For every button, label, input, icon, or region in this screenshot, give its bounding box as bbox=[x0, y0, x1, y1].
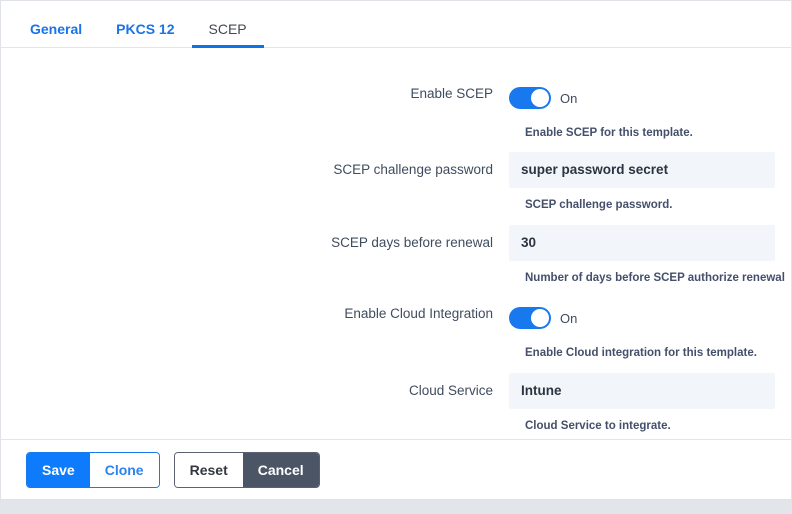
scep-days-before-renewal-input[interactable] bbox=[509, 225, 775, 261]
cloud-service-input[interactable] bbox=[509, 373, 775, 409]
enable-cloud-integration-control: On bbox=[509, 307, 791, 329]
tab-pkcs-12-label: PKCS 12 bbox=[116, 21, 174, 37]
tab-general[interactable]: General bbox=[13, 22, 99, 47]
scep-days-before-renewal-label: SCEP days before renewal bbox=[1, 225, 509, 250]
cloud-service-control bbox=[509, 373, 791, 409]
field-enable-scep: Enable SCEP On Enable SCEP for this temp… bbox=[1, 87, 791, 140]
tab-bar: General PKCS 12 SCEP bbox=[1, 1, 791, 48]
enable-cloud-integration-help: Enable Cloud integration for this templa… bbox=[525, 348, 791, 360]
scep-challenge-password-help: SCEP challenge password. bbox=[525, 200, 791, 212]
enable-scep-state: On bbox=[560, 92, 577, 105]
enable-cloud-integration-toggle[interactable] bbox=[509, 307, 551, 329]
save-button[interactable]: Save bbox=[27, 453, 90, 487]
secondary-button-group: Reset Cancel bbox=[174, 452, 320, 488]
field-cloud-service: Cloud Service Cloud Service to integrate… bbox=[1, 373, 791, 433]
settings-card: General PKCS 12 SCEP Enable SCEP On bbox=[0, 0, 792, 500]
enable-scep-toggle[interactable] bbox=[509, 87, 551, 109]
scep-days-before-renewal-help: Number of days before SCEP authorize ren… bbox=[525, 273, 791, 285]
field-scep-days-before-renewal: SCEP days before renewal Number of days … bbox=[1, 225, 791, 285]
enable-scep-help: Enable SCEP for this template. bbox=[525, 128, 791, 140]
scep-challenge-password-control bbox=[509, 152, 791, 188]
enable-scep-control: On bbox=[509, 87, 791, 109]
field-enable-cloud-integration: Enable Cloud Integration On Enable Cloud… bbox=[1, 307, 791, 360]
cloud-service-label: Cloud Service bbox=[1, 373, 509, 398]
enable-cloud-integration-state: On bbox=[560, 312, 577, 325]
toggle-knob-icon bbox=[531, 89, 549, 107]
scep-challenge-password-input[interactable] bbox=[509, 152, 775, 188]
reset-button[interactable]: Reset bbox=[175, 453, 243, 487]
enable-scep-label: Enable SCEP bbox=[1, 87, 509, 101]
cancel-button[interactable]: Cancel bbox=[243, 453, 319, 487]
tab-scep-label: SCEP bbox=[209, 21, 247, 37]
tab-scep[interactable]: SCEP bbox=[192, 22, 264, 47]
field-scep-challenge-password: SCEP challenge password SCEP challenge p… bbox=[1, 152, 791, 212]
form-body: Enable SCEP On Enable SCEP for this temp… bbox=[1, 48, 791, 439]
enable-cloud-integration-label: Enable Cloud Integration bbox=[1, 307, 509, 321]
clone-button[interactable]: Clone bbox=[90, 453, 159, 487]
scep-challenge-password-label: SCEP challenge password bbox=[1, 152, 509, 177]
cloud-service-help: Cloud Service to integrate. bbox=[525, 421, 791, 433]
scep-days-before-renewal-control bbox=[509, 225, 791, 261]
tab-general-label: General bbox=[30, 21, 82, 37]
primary-button-group: Save Clone bbox=[26, 452, 160, 488]
toggle-knob-icon bbox=[531, 309, 549, 327]
tab-pkcs-12[interactable]: PKCS 12 bbox=[99, 22, 191, 47]
footer-action-bar: Save Clone Reset Cancel bbox=[1, 439, 791, 499]
